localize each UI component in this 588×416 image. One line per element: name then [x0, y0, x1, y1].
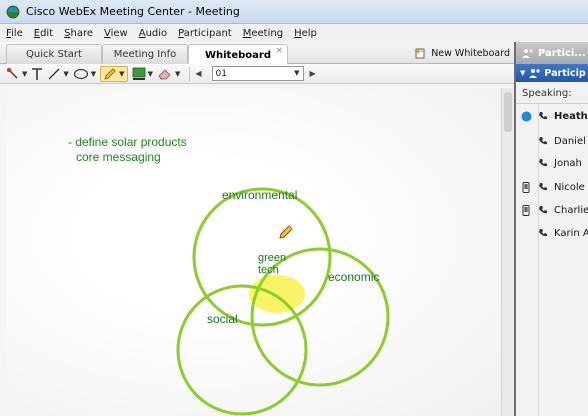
toolbar-separator	[189, 66, 191, 81]
group-icon	[529, 69, 541, 78]
participant-name: Daniel	[554, 135, 586, 147]
mobile-phone-icon	[522, 204, 530, 216]
phone-icon	[536, 111, 550, 121]
chevron-down-icon: ▼	[294, 69, 300, 77]
menu-participant[interactable]: Participant	[178, 28, 232, 39]
whiteboard-canvas[interactable]: - define solar products core messaging e…	[6, 88, 500, 416]
line-tool-button[interactable]: ▼	[47, 66, 69, 82]
menu-meeting[interactable]: Meeting	[243, 28, 283, 39]
menu-bar: File Edit Share View Audio Participant M…	[0, 24, 588, 42]
status-slot	[519, 181, 533, 193]
label-social: social	[207, 312, 238, 326]
tab-quick-start[interactable]: Quick Start	[6, 44, 102, 64]
tab-meeting-info[interactable]: Meeting Info	[102, 44, 188, 64]
tab-whiteboard[interactable]: Whiteboard ×	[188, 44, 288, 65]
participant-name: Karin A	[554, 227, 588, 239]
text-tool-button[interactable]	[31, 66, 43, 82]
label-center-line1: green	[258, 252, 287, 264]
annotation-toolbar: ▼ ▼ ▼ ▼ ▼ ▼ ◀ 01 ▼ ▶	[0, 64, 514, 84]
people-icon	[522, 49, 533, 58]
participant-row[interactable]: Jonah	[516, 153, 588, 173]
pointer-tool-button[interactable]: ▼	[6, 66, 27, 82]
phone-icon	[536, 158, 550, 168]
circle-social	[176, 284, 308, 416]
next-page-button[interactable]: ▶	[310, 66, 316, 82]
divider	[516, 103, 588, 104]
vertical-scrollbar[interactable]	[501, 88, 514, 416]
participants-header[interactable]: ▼ Particip	[516, 64, 588, 82]
label-environmental: environmental	[222, 188, 298, 202]
participants-tab[interactable]: Partici...	[516, 42, 588, 64]
color-swatch-icon	[132, 67, 145, 80]
page-selector[interactable]: 01 ▼	[211, 66, 304, 81]
tab-meeting-info-label: Meeting Info	[113, 49, 177, 60]
participant-row[interactable]: Karin A	[516, 223, 588, 243]
chevron-right-icon: ▶	[309, 69, 316, 78]
content-tab-bar: Quick Start Meeting Info Whiteboard × Ne…	[0, 42, 514, 65]
participant-name: Heath	[554, 110, 588, 122]
note-line-1: - define solar products	[68, 135, 187, 149]
eraser-icon	[158, 68, 171, 79]
content-pane: Quick Start Meeting Info Whiteboard × Ne…	[0, 42, 514, 416]
participants-tab-label: Partici...	[538, 47, 586, 59]
close-tab-icon[interactable]: ×	[275, 46, 283, 56]
note-line-2: core messaging	[76, 150, 161, 164]
tab-whiteboard-label: Whiteboard	[204, 49, 271, 61]
status-slot	[519, 111, 533, 122]
eraser-tool-button[interactable]: ▼	[157, 66, 180, 82]
collapse-icon[interactable]: ▼	[520, 69, 525, 77]
pen-tool-button[interactable]: ▼	[100, 65, 128, 82]
shape-tool-button[interactable]: ▼	[73, 66, 96, 82]
line-icon	[48, 68, 60, 79]
window-title: Cisco WebEx Meeting Center - Meeting	[26, 5, 240, 18]
previous-page-button[interactable]: ◀	[195, 66, 201, 82]
chevron-left-icon: ◀	[195, 69, 202, 78]
phone-icon	[536, 228, 550, 238]
participant-name: Nicole	[554, 181, 585, 193]
label-center-line2: tech	[258, 264, 279, 276]
status-slot	[519, 204, 533, 216]
color-picker-button[interactable]: ▼	[132, 66, 153, 82]
phone-icon	[536, 182, 550, 192]
participant-row[interactable]: Nicole	[516, 177, 588, 197]
ellipse-icon	[73, 68, 88, 79]
menu-help[interactable]: Help	[294, 28, 317, 39]
speaking-label: Speaking:	[522, 88, 572, 99]
scrollbar-thumb[interactable]	[504, 92, 512, 132]
title-bar: Cisco WebEx Meeting Center - Meeting	[0, 0, 588, 24]
page-selector-value: 01	[215, 68, 227, 79]
participant-row[interactable]: Heath	[516, 106, 588, 126]
new-whiteboard-icon	[415, 48, 425, 58]
menu-view[interactable]: View	[104, 28, 128, 39]
menu-file[interactable]: File	[6, 28, 23, 39]
menu-edit[interactable]: Edit	[34, 28, 53, 39]
tab-quick-start-label: Quick Start	[26, 49, 82, 60]
new-whiteboard-button[interactable]: New Whiteboard	[415, 44, 510, 62]
globe-icon	[521, 111, 531, 121]
menu-share[interactable]: Share	[64, 28, 93, 39]
participant-row[interactable]: Charlie	[516, 200, 588, 220]
pencil-cursor-icon	[279, 225, 293, 239]
label-economic: economic	[328, 270, 380, 284]
phone-icon	[536, 205, 550, 215]
webex-logo-icon	[6, 5, 20, 18]
participants-header-label: Particip	[544, 67, 586, 79]
menu-audio[interactable]: Audio	[139, 28, 167, 39]
text-icon	[32, 67, 43, 80]
pencil-icon	[104, 67, 116, 80]
phone-icon	[536, 136, 550, 146]
participant-name: Jonah	[554, 157, 582, 169]
participants-panel: Partici... ▼ Particip Speaking: Heath Da…	[514, 42, 588, 416]
participant-name: Charlie	[554, 204, 588, 216]
mobile-phone-icon	[522, 181, 530, 193]
participant-row[interactable]: Daniel	[516, 131, 588, 151]
new-whiteboard-label: New Whiteboard	[431, 47, 510, 59]
pointer-icon	[7, 67, 18, 79]
